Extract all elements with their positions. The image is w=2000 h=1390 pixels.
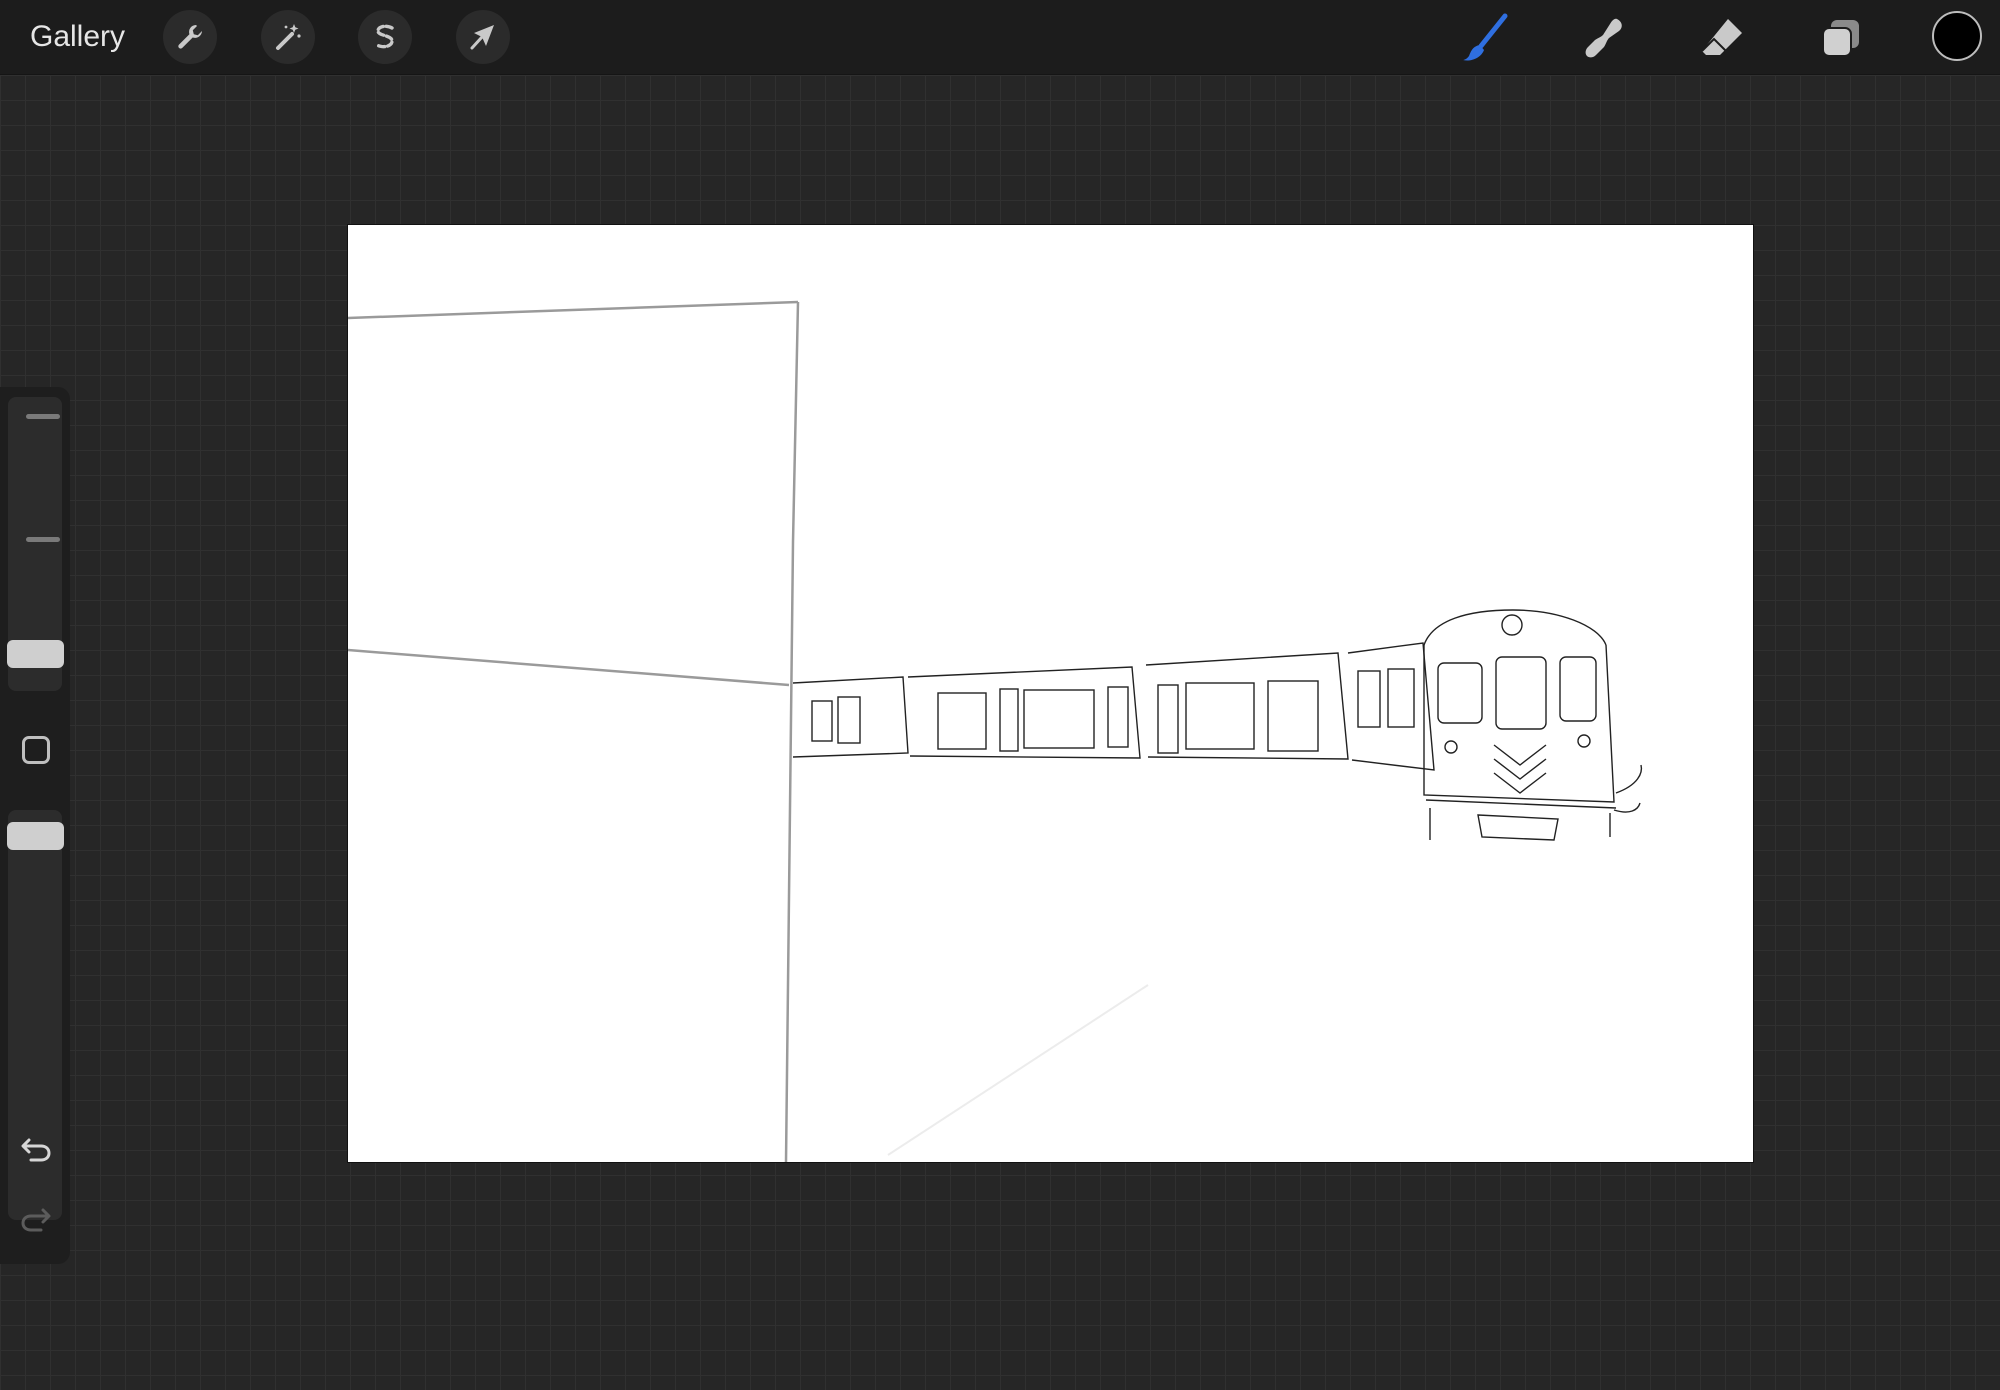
smudge-button[interactable]	[1575, 10, 1631, 66]
arrow-cursor-icon	[467, 21, 499, 53]
modify-button[interactable]	[22, 736, 50, 764]
color-picker-swatch[interactable]	[1932, 11, 1982, 61]
brush-size-thumb[interactable]	[7, 640, 64, 668]
eraser-icon	[1698, 14, 1746, 62]
magic-wand-icon	[272, 21, 304, 53]
left-sidebar	[0, 387, 70, 1264]
selection-s-icon	[369, 21, 401, 53]
selection-button[interactable]	[358, 10, 412, 64]
gallery-button[interactable]: Gallery	[30, 18, 125, 56]
brush-icon	[1457, 10, 1513, 66]
brush-button[interactable]	[1457, 10, 1513, 66]
undo-button[interactable]	[17, 1132, 55, 1170]
slider-icon	[26, 414, 60, 419]
transform-button[interactable]	[456, 10, 510, 64]
redo-icon	[19, 1202, 53, 1241]
top-toolbar: Gallery	[0, 0, 2000, 75]
opacity-thumb[interactable]	[7, 822, 64, 850]
actions-button[interactable]	[163, 10, 217, 64]
undo-icon	[19, 1132, 53, 1171]
drawing-canvas[interactable]	[348, 225, 1753, 1162]
eraser-button[interactable]	[1694, 10, 1750, 66]
smudge-icon	[1579, 14, 1627, 62]
wrench-icon	[174, 21, 206, 53]
redo-button[interactable]	[17, 1202, 55, 1240]
adjustments-button[interactable]	[261, 10, 315, 64]
canvas-artwork	[348, 300, 1643, 1162]
slider-icon	[26, 537, 60, 542]
layers-button[interactable]	[1813, 10, 1869, 66]
layers-icon	[1819, 16, 1863, 60]
